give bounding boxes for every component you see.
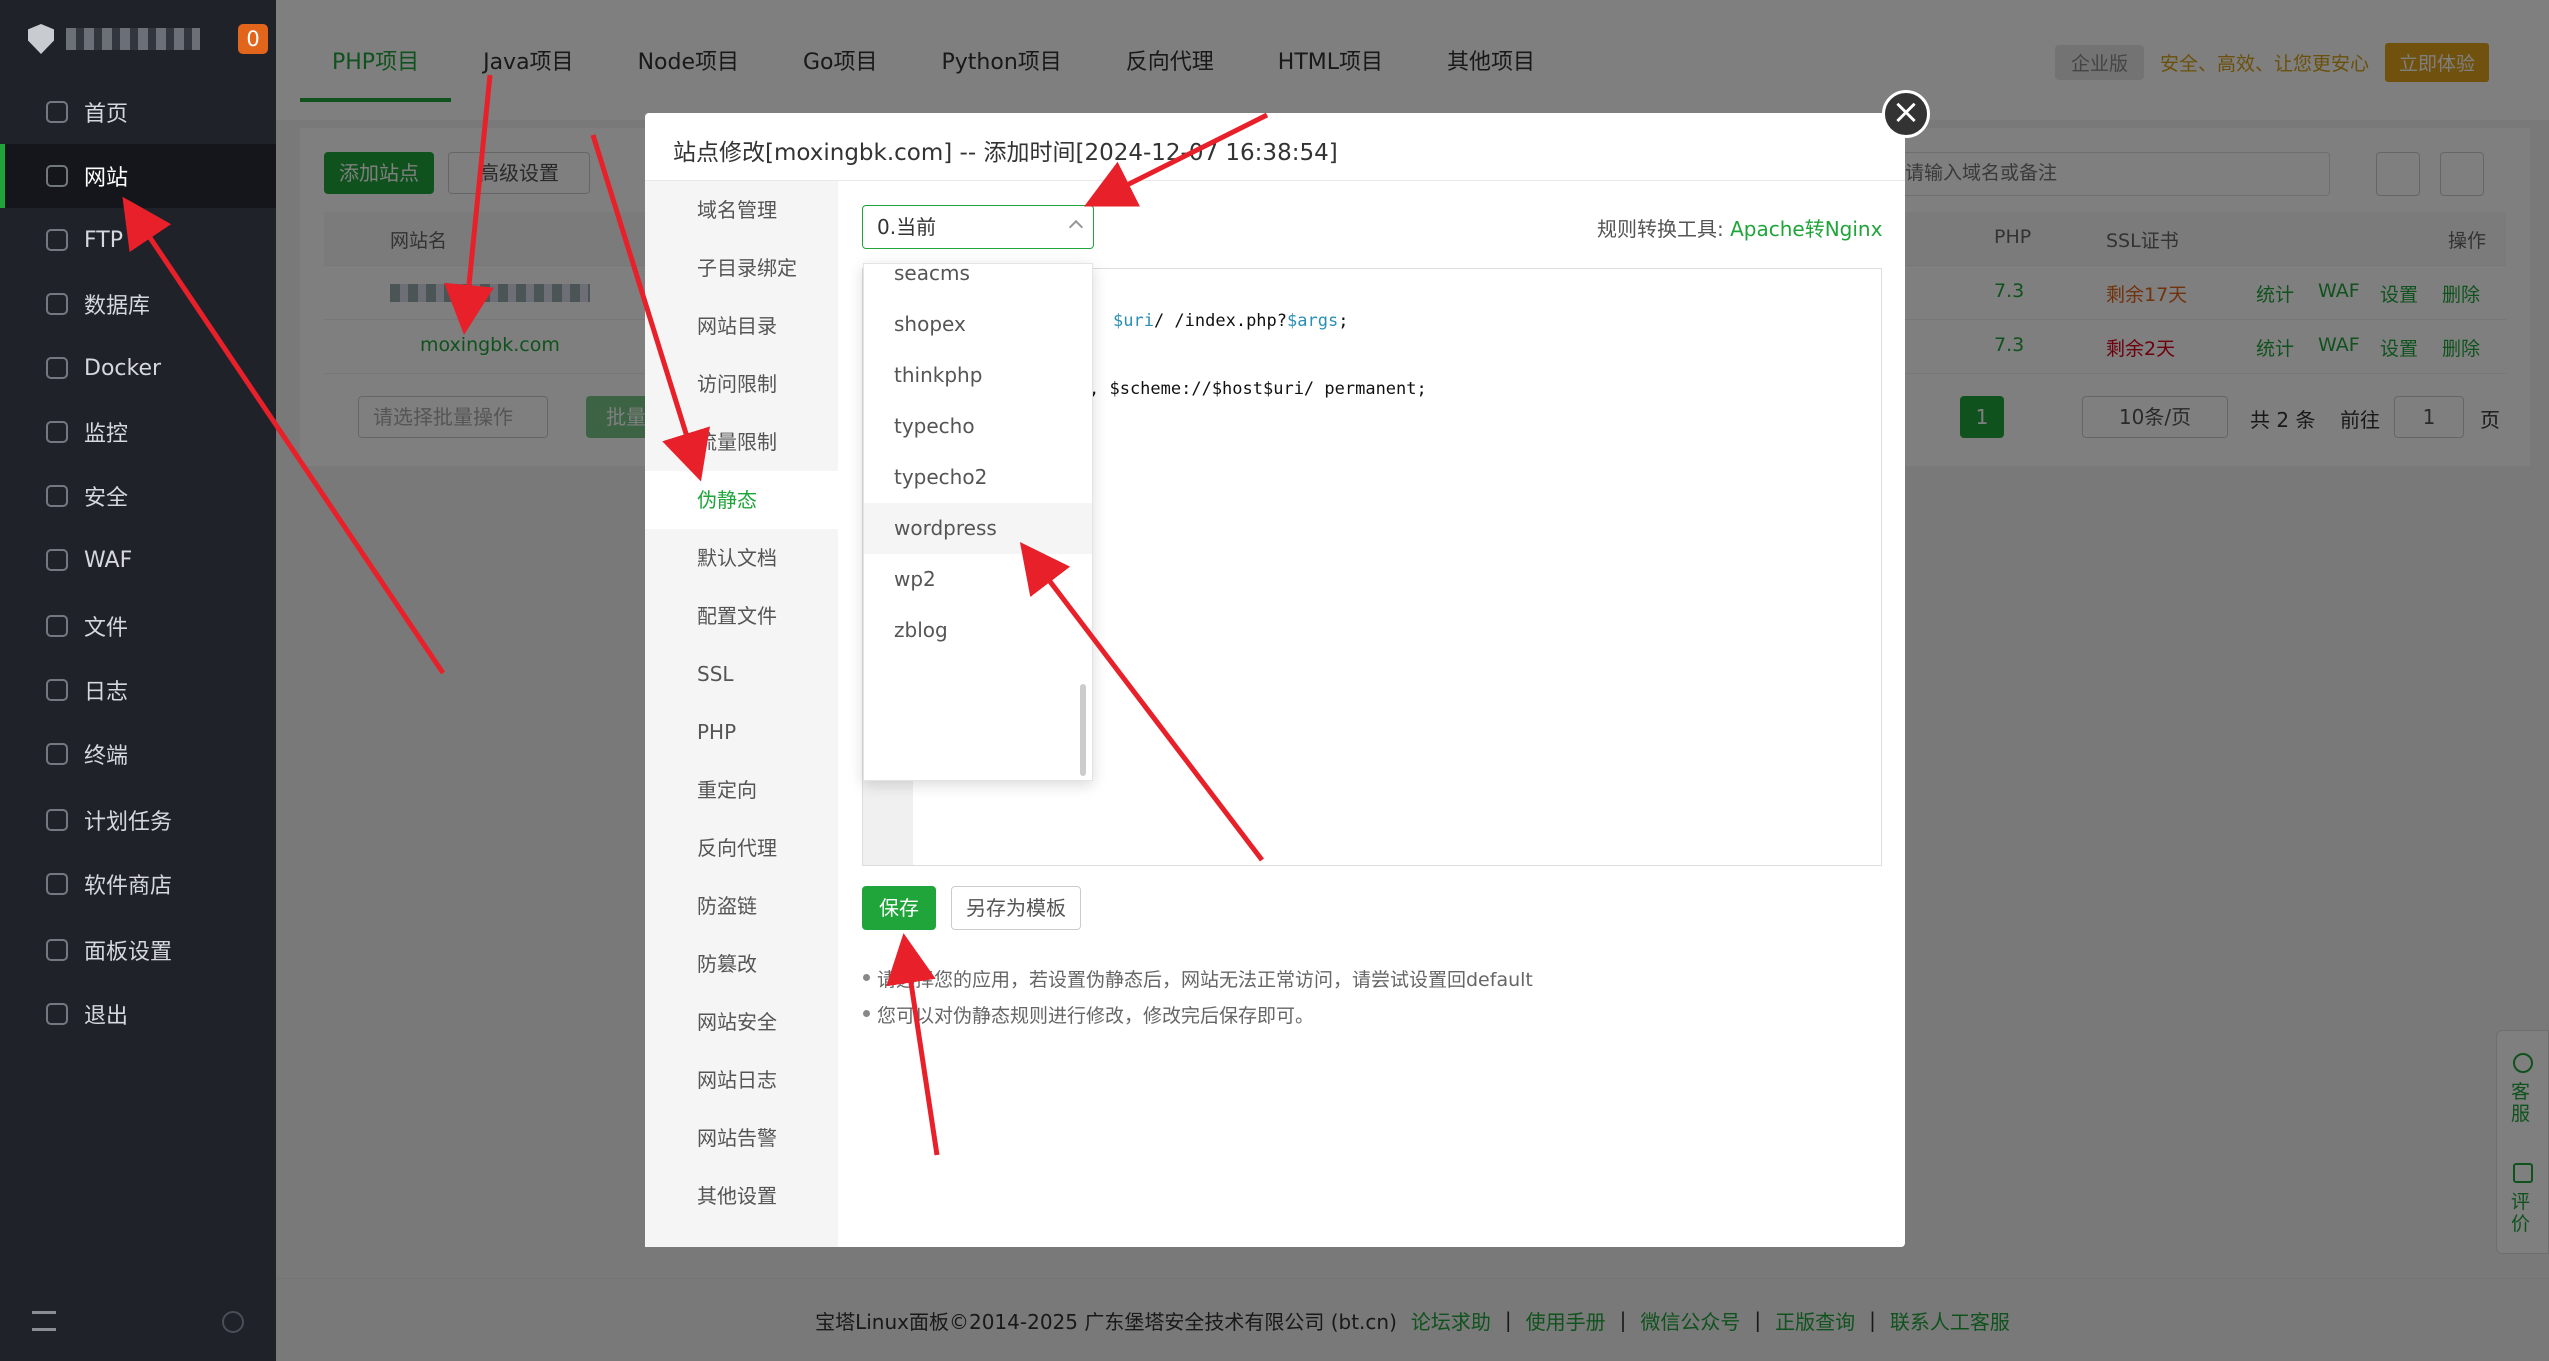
arrow-to-template-select: [1084, 112, 1269, 207]
arrow-to-website-nav: [122, 196, 446, 675]
arrow-to-rewrite-nav: [590, 134, 710, 482]
arrow-to-save-button: [886, 933, 940, 1156]
annotation-arrows: [122, 74, 1269, 1156]
arrow-to-wordpress-option: [1019, 542, 1264, 862]
arrow-to-site-row: [444, 74, 494, 335]
